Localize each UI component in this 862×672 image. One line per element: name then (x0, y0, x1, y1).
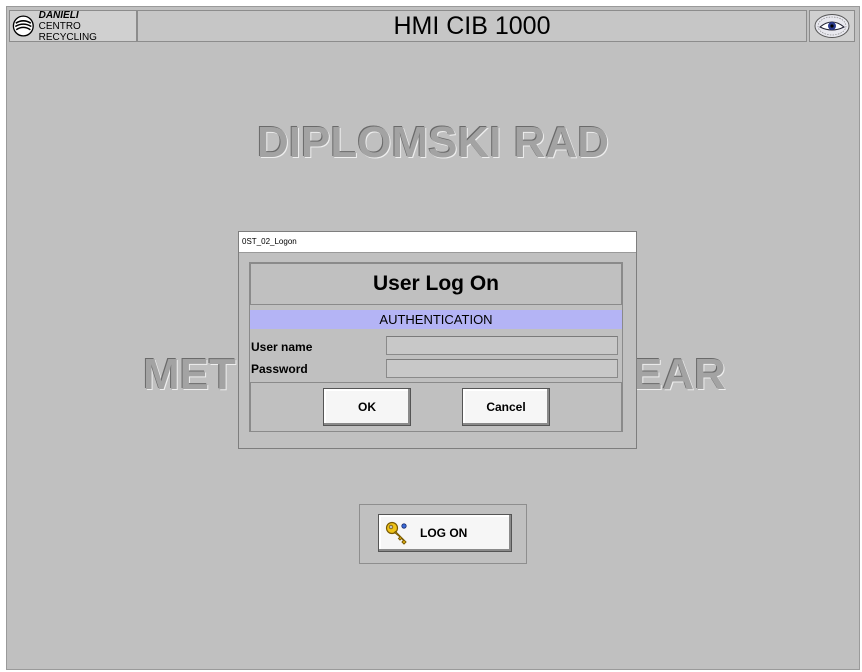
cancel-button[interactable]: Cancel (462, 388, 550, 426)
log-on-label: LOG ON (420, 526, 468, 540)
university-emblem-icon (814, 14, 850, 38)
danieli-logo-icon (12, 15, 34, 37)
top-bar: DANIELI CENTRO RECYCLING HMI CIB 1000 (7, 7, 859, 45)
brand-text: DANIELI CENTRO RECYCLING (39, 10, 136, 43)
username-label: User name (251, 340, 313, 354)
log-on-button[interactable]: LOG ON (378, 514, 512, 552)
password-field[interactable] (386, 359, 618, 378)
dialog-body: User Log On AUTHENTICATION User name Pas… (249, 262, 623, 432)
subtitle-left-fragment: MET (143, 350, 236, 399)
key-icon (385, 521, 407, 545)
password-label: Password (251, 362, 308, 376)
authentication-bar: AUTHENTICATION (250, 310, 622, 329)
thesis-heading: DIPLOMSKI RAD (257, 118, 609, 167)
ok-button[interactable]: OK (323, 388, 411, 426)
dialog-heading: User Log On (250, 263, 622, 305)
app-title: HMI CIB 1000 (137, 10, 807, 42)
brand-subtitle: CENTRO RECYCLING (38, 20, 97, 43)
dialog-button-area: OK Cancel (250, 382, 622, 432)
username-field[interactable] (386, 336, 618, 355)
brand-name: DANIELI (38, 9, 79, 21)
emblem-box (809, 10, 855, 42)
logon-dialog: 0ST_02_Logon User Log On AUTHENTICATION … (238, 231, 637, 449)
dialog-titlebar[interactable]: 0ST_02_Logon (239, 232, 636, 253)
logon-frame: LOG ON (359, 504, 527, 564)
brand-box: DANIELI CENTRO RECYCLING (9, 10, 137, 43)
subtitle-right-fragment: EAR (633, 350, 726, 399)
